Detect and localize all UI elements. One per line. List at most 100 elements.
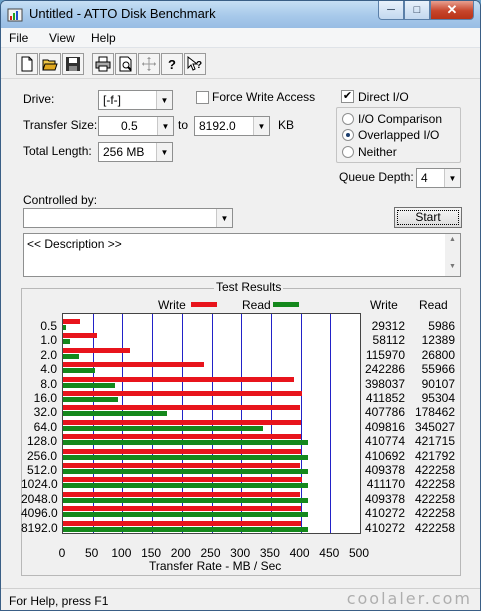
status-bar: For Help, press F1 coolaler.com [1, 588, 480, 610]
read-bar [63, 483, 308, 489]
chevron-down-icon: ▼ [444, 169, 460, 187]
maximize-icon: □ [413, 4, 421, 16]
title-bar[interactable]: Untitled - ATTO Disk Benchmark ─ □ ✕ [1, 1, 480, 28]
y-tick-label: 128.0 [26, 434, 57, 449]
read-value: 178462 [414, 405, 455, 420]
x-tick-label: 200 [170, 546, 191, 560]
description-field[interactable]: << Description >> ▲ ▼ [23, 233, 461, 277]
read-bar [63, 440, 308, 446]
new-button[interactable] [16, 53, 38, 75]
column-read-header: Read [419, 298, 448, 312]
watermark-logo: coolaler.com [346, 589, 472, 608]
x-tick-label: 50 [85, 546, 99, 560]
y-tick-label: 4.0 [40, 362, 57, 377]
total-length-label: Total Length: [23, 144, 92, 158]
menu-view[interactable]: View [49, 31, 75, 45]
write-bar [63, 376, 294, 382]
write-bar [63, 477, 302, 483]
menu-help[interactable]: Help [91, 31, 116, 45]
chart-plot-area [62, 313, 361, 534]
queue-depth-label: Queue Depth: [339, 170, 414, 184]
read-value: 95304 [421, 391, 455, 405]
status-text: For Help, press F1 [9, 594, 109, 608]
legend-write-swatch [191, 302, 217, 307]
read-value: 422258 [414, 506, 455, 521]
menu-file[interactable]: File [9, 31, 28, 45]
chevron-down-icon: ▼ [156, 143, 172, 161]
y-tick-label: 8192.0 [21, 520, 58, 535]
force-write-label: Force Write Access [212, 90, 316, 104]
write-bar [63, 491, 301, 497]
queue-depth-value: 4 [421, 171, 428, 185]
save-icon [66, 57, 80, 71]
move-button[interactable] [138, 53, 160, 75]
description-scrollbar[interactable]: ▲ ▼ [445, 234, 460, 276]
new-icon [21, 56, 33, 72]
write-bar [63, 391, 302, 396]
read-value: 421792 [414, 448, 455, 463]
menu-bar: File View Help [1, 28, 480, 48]
read-bar [63, 497, 308, 503]
print-button[interactable] [92, 53, 114, 75]
app-window: Untitled - ATTO Disk Benchmark ─ □ ✕ Fil… [0, 0, 481, 611]
write-bar [63, 506, 301, 512]
read-value: 55966 [421, 362, 455, 377]
chevron-down-icon: ▼ [216, 209, 232, 227]
transfer-to-value: 8192.0 [199, 119, 236, 133]
y-tick-label: 2.0 [40, 347, 57, 362]
x-tick-label: 150 [141, 546, 162, 560]
start-button[interactable]: Start [394, 207, 462, 228]
x-tick-label: 400 [289, 546, 310, 560]
io-comparison-radio[interactable] [342, 113, 354, 125]
minimize-button[interactable]: ─ [378, 1, 404, 20]
transfer-size-label: Transfer Size: [23, 118, 98, 132]
controlled-by-label: Controlled by: [23, 193, 98, 207]
y-tick-label: 0.5 [40, 319, 57, 333]
x-tick-label: 500 [348, 546, 370, 560]
legend-read-swatch [273, 302, 299, 307]
read-value: 422258 [414, 463, 455, 477]
neither-radio[interactable] [342, 146, 354, 158]
help-button[interactable]: ? [161, 53, 183, 75]
controlled-by-select[interactable]: ▼ [23, 208, 233, 228]
scroll-up-icon: ▲ [449, 236, 456, 243]
write-bar [63, 448, 302, 454]
transfer-to-select[interactable]: 8192.0 ▼ [194, 116, 270, 136]
overlapped-io-label: Overlapped I/O [358, 128, 440, 142]
close-button[interactable]: ✕ [430, 1, 474, 20]
read-bar [63, 454, 308, 460]
read-value: 90107 [421, 376, 455, 391]
overlapped-io-radio[interactable] [342, 129, 354, 141]
drive-label: Drive: [23, 92, 55, 106]
grid-line [330, 314, 331, 533]
print-preview-button[interactable] [115, 53, 137, 75]
y-tick-label: 256.0 [26, 448, 57, 463]
read-bar [63, 411, 167, 417]
open-button[interactable] [39, 53, 61, 75]
read-bar [63, 469, 308, 474]
maximize-button[interactable]: □ [404, 1, 430, 20]
close-icon: ✕ [446, 2, 458, 17]
read-value: 26800 [421, 347, 455, 362]
write-bar [63, 362, 204, 368]
drive-select[interactable]: [-f-] ▼ [98, 90, 173, 110]
read-bar [63, 368, 96, 374]
y-tick-label: 512.0 [26, 463, 57, 477]
help-icon: ? [168, 57, 176, 72]
save-button[interactable] [62, 53, 84, 75]
check-icon: ✔ [342, 90, 353, 102]
neither-label: Neither [358, 145, 397, 159]
force-write-checkbox[interactable] [196, 91, 209, 104]
print-preview-icon [119, 56, 132, 72]
chevron-down-icon: ▼ [157, 117, 173, 135]
queue-depth-select[interactable]: 4 ▼ [416, 168, 461, 188]
context-help-button[interactable]: ? [184, 53, 206, 75]
move-icon [142, 57, 156, 71]
y-tick-label: 1024.0 [21, 477, 58, 492]
direct-io-checkbox[interactable]: ✔ [341, 90, 354, 103]
read-bar [63, 353, 79, 359]
transfer-from-select[interactable]: 0.5 ▼ [98, 116, 174, 136]
window-title: Untitled - ATTO Disk Benchmark [29, 6, 216, 21]
total-length-select[interactable]: 256 MB ▼ [98, 142, 173, 162]
y-tick-label: 16.0 [33, 391, 57, 405]
